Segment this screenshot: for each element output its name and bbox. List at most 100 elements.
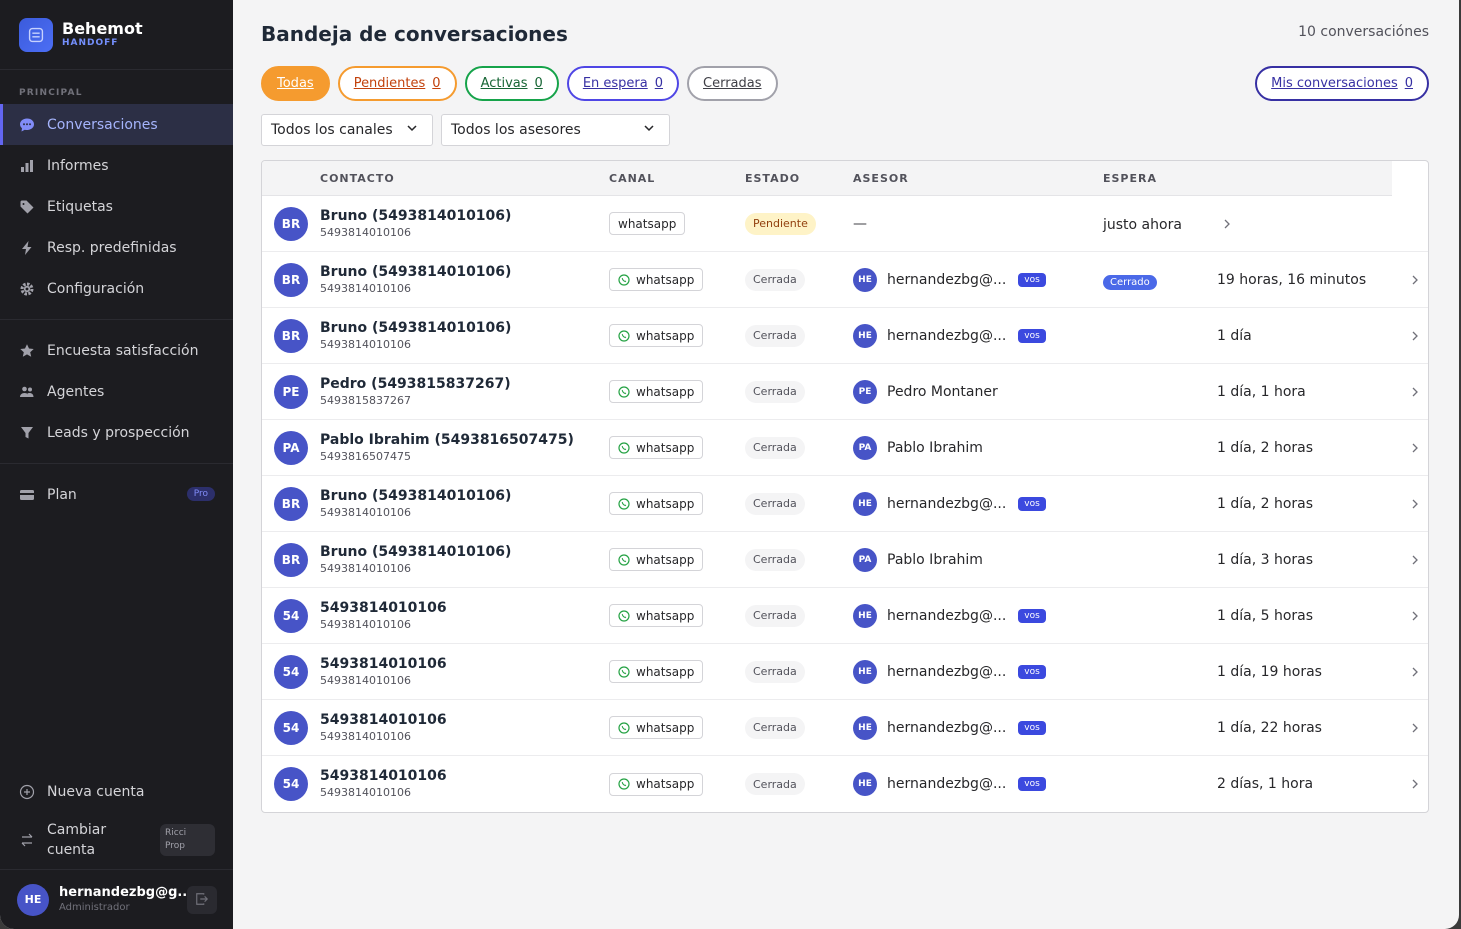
chevron-right-icon[interactable] xyxy=(1405,722,1425,734)
table-row[interactable]: PE Pedro (5493815837267) 5493815837267 what… xyxy=(262,364,1428,420)
asesor-avatar: HE xyxy=(853,603,877,628)
chevron-right-icon[interactable] xyxy=(1405,330,1425,342)
chevron-right-icon[interactable] xyxy=(1405,778,1425,790)
sidebar-item-leads[interactable]: Leads y prospección xyxy=(0,412,233,453)
funnel-icon xyxy=(19,425,35,441)
table-row[interactable]: BR Bruno (5493814010106) 5493814010106 what… xyxy=(262,532,1428,588)
whatsapp-icon xyxy=(618,385,636,398)
main-content: Bandeja de conversaciones 10 conversació… xyxy=(233,0,1459,929)
vos-badge: vos xyxy=(1018,664,1046,679)
chevron-right-icon[interactable] xyxy=(1405,498,1425,510)
sidebar-item-conversaciones[interactable]: Conversaciones xyxy=(0,104,233,145)
asesor-avatar: HE xyxy=(853,772,877,796)
avatar: BR xyxy=(274,486,308,521)
pro-badge: Pro xyxy=(186,487,215,501)
user-profile[interactable]: HE hernandezbg@g... Administrador xyxy=(0,869,233,929)
chevron-right-icon[interactable] xyxy=(1405,610,1425,622)
sidebar-item-configuracion[interactable]: Configuración xyxy=(0,268,233,309)
brand[interactable]: Behemot HANDOFF xyxy=(0,0,233,70)
cambiar-cuenta-button[interactable]: Cambiar cuenta Ricci Prop xyxy=(0,811,233,869)
asesor-avatar: HE xyxy=(853,659,877,684)
whatsapp-icon xyxy=(618,609,636,622)
filter-count: 0 xyxy=(534,75,543,91)
table-row[interactable]: 54 5493814010106 5493814010106 whatsapp Cerr… xyxy=(262,644,1428,700)
sidebar-item-informes[interactable]: Informes xyxy=(0,145,233,186)
sidebar-item-agentes[interactable]: Agentes xyxy=(0,371,233,412)
sidebar-item-resp-predefinidas[interactable]: Resp. predefinidas xyxy=(0,227,233,268)
table-row[interactable]: BR Bruno (5493814010106) 5493814010106 what… xyxy=(262,252,1428,308)
channel-label: whatsapp xyxy=(636,496,695,511)
filter-pendientes[interactable]: Pendientes 0 xyxy=(337,65,457,101)
filter-count: 0 xyxy=(1404,75,1413,91)
contact-name: Bruno (5493814010106) xyxy=(320,263,512,280)
account-chip-line1: Ricci xyxy=(165,828,187,838)
chevron-right-icon[interactable] xyxy=(1405,442,1425,454)
wait-time: 1 día, 22 horas xyxy=(1217,719,1322,736)
avatar: PE xyxy=(274,374,308,409)
wait-time: 2 días, 1 hora xyxy=(1217,776,1314,792)
chevron-right-icon[interactable] xyxy=(1405,666,1425,678)
table-row[interactable]: BR Bruno (5493814010106) 5493814010106 what… xyxy=(262,196,1428,252)
asesor-avatar: PA xyxy=(853,547,877,572)
contact-name: Bruno (5493814010106) xyxy=(320,319,512,336)
table-body: BR Bruno (5493814010106) 5493814010106 what… xyxy=(262,196,1428,812)
contact-name: Pablo Ibrahim (5493816507475) xyxy=(320,431,574,448)
channel-badge: whatsapp xyxy=(609,604,704,627)
channel-label: whatsapp xyxy=(636,608,695,623)
nueva-cuenta-button[interactable]: Nueva cuenta xyxy=(0,772,233,811)
filter-todas[interactable]: Todas xyxy=(261,65,330,101)
avatar: BR xyxy=(274,318,308,353)
chevron-right-icon[interactable] xyxy=(1405,554,1425,566)
asesor-select[interactable]: Todos los asesores xyxy=(441,114,670,146)
table-row[interactable]: BR Bruno (5493814010106) 5493814010106 what… xyxy=(262,308,1428,364)
sidebar-item-etiquetas[interactable]: Etiquetas xyxy=(0,186,233,227)
conversation-count: 10 conversaciónes xyxy=(1298,24,1429,40)
sidebar-item-label: Conversaciones xyxy=(47,116,158,133)
filter-label: Activas xyxy=(480,75,528,91)
filter-activas[interactable]: Activas 0 xyxy=(464,65,559,101)
table-row[interactable]: 54 5493814010106 5493814010106 whatsapp Cerr… xyxy=(262,700,1428,756)
filter-cerradas[interactable]: Cerradas xyxy=(687,65,778,101)
vos-badge: vos xyxy=(1018,272,1046,287)
sidebar-item-label: Informes xyxy=(47,157,109,174)
logout-button[interactable] xyxy=(187,886,217,914)
cerrado-tag: Cerrado xyxy=(1103,275,1157,290)
channel-badge: whatsapp xyxy=(609,436,704,459)
table-header: CONTACTO CANAL ESTADO ASESOR ESPERA xyxy=(262,161,1392,196)
asesor-name: Pedro Montaner xyxy=(887,383,998,400)
sidebar-item-label: Configuración xyxy=(47,280,145,297)
channel-badge: whatsapp xyxy=(609,324,704,347)
table-row[interactable]: PA Pablo Ibrahim (5493816507475) 549381650… xyxy=(262,420,1428,476)
vos-badge: vos xyxy=(1018,720,1046,735)
plus-circle-icon xyxy=(19,784,35,800)
swap-icon xyxy=(19,832,35,848)
table-row[interactable]: 54 5493814010106 5493814010106 whatsapp Cerr… xyxy=(262,756,1428,812)
wait-time: 19 horas, 16 minutos xyxy=(1217,271,1367,288)
wait-time: 1 día, 19 horas xyxy=(1217,663,1322,680)
channel-select-value: Todos los canales xyxy=(271,122,393,138)
channel-select[interactable]: Todos los canales xyxy=(261,114,433,146)
status-badge: Cerrada xyxy=(745,548,805,571)
contact-name: Bruno (5493814010106) xyxy=(320,487,512,504)
sidebar-item-plan[interactable]: Plan Pro xyxy=(0,474,233,515)
tag-icon xyxy=(19,199,35,215)
chevron-right-icon[interactable] xyxy=(1217,218,1237,230)
filter-count: 0 xyxy=(654,75,664,91)
filter-mis-conversaciones[interactable]: Mis conversaciones 0 xyxy=(1255,65,1429,101)
wait-time: 1 día xyxy=(1217,327,1252,344)
chevron-right-icon[interactable] xyxy=(1405,274,1425,286)
channel-label: whatsapp xyxy=(636,664,695,679)
asesor-name: Pablo Ibrahim xyxy=(887,439,983,456)
status-badge: Cerrada xyxy=(745,604,805,627)
table-row[interactable]: BR Bruno (5493814010106) 5493814010106 what… xyxy=(262,476,1428,532)
sidebar-item-label: Plan xyxy=(47,486,77,503)
filter-pills: Todas Pendientes 0 Activas 0 En espera 0 Ce… xyxy=(261,64,1429,102)
filter-label: Mis conversaciones xyxy=(1271,75,1398,91)
table-row[interactable]: 54 5493814010106 5493814010106 whatsapp Cerr… xyxy=(262,588,1428,644)
asesor-name: Pablo Ibrahim xyxy=(887,551,983,568)
chevron-right-icon[interactable] xyxy=(1405,386,1425,398)
contact-phone: 5493814010106 xyxy=(320,337,411,351)
filter-en-espera[interactable]: En espera 0 xyxy=(566,65,680,101)
sidebar-item-encuesta[interactable]: Encuesta satisfacción xyxy=(0,330,233,371)
contact-phone: 5493814010106 xyxy=(320,673,411,687)
